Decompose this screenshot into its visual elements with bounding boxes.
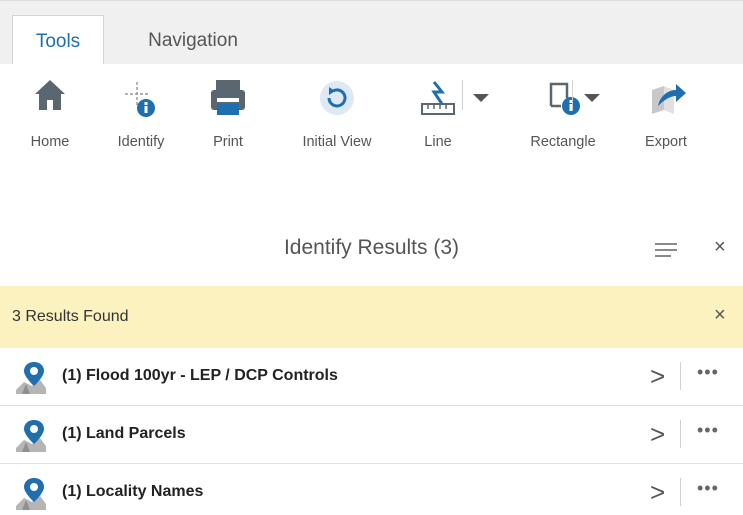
more-options-icon[interactable]: •••: [697, 478, 719, 499]
map-pin-icon: [14, 360, 48, 396]
initial-view-button[interactable]: Initial View: [290, 76, 384, 150]
export-label: Export: [645, 134, 687, 150]
export-button[interactable]: Export: [636, 76, 696, 150]
map-pin-icon: [14, 476, 48, 512]
close-banner-icon[interactable]: ×: [714, 304, 726, 327]
home-button[interactable]: Home: [22, 76, 78, 150]
chevron-right-icon[interactable]: >: [650, 363, 665, 389]
line-measure-button[interactable]: Line: [408, 76, 468, 150]
result-row[interactable]: (1) Land Parcels > •••: [0, 406, 743, 464]
identify-button[interactable]: Identify: [106, 76, 176, 150]
initial-view-icon: [290, 76, 384, 120]
print-button[interactable]: Print: [206, 76, 250, 150]
row-divider: [680, 420, 681, 448]
result-label: (1) Locality Names: [62, 483, 204, 500]
result-row[interactable]: (1) Flood 100yr - LEP / DCP Controls > •…: [0, 348, 743, 406]
chevron-right-icon[interactable]: >: [650, 421, 665, 447]
initial-view-label: Initial View: [302, 134, 372, 150]
results-found-text: 3 Results Found: [12, 308, 129, 325]
home-label: Home: [30, 134, 70, 150]
row-divider: [680, 362, 681, 390]
line-dropdown-caret-icon[interactable]: [473, 94, 489, 102]
rectangle-measure-button[interactable]: Rectangle: [520, 76, 606, 150]
map-pin-icon: [14, 418, 48, 454]
toolbar: Home Identify Print Initial View Line Re…: [0, 64, 743, 204]
list-menu-icon[interactable]: [655, 243, 677, 261]
more-options-icon[interactable]: •••: [697, 420, 719, 441]
identify-label: Identify: [117, 134, 165, 150]
close-results-icon[interactable]: ×: [714, 236, 726, 259]
identify-icon: [106, 76, 176, 120]
ruler-line-icon: [408, 76, 468, 120]
result-label: (1) Land Parcels: [62, 425, 186, 442]
tab-tools[interactable]: Tools: [12, 15, 104, 65]
rectangle-divider: [572, 80, 573, 110]
line-divider: [462, 80, 463, 110]
print-icon: [206, 76, 250, 120]
more-options-icon[interactable]: •••: [697, 362, 719, 383]
results-header: Identify Results (3) ×: [0, 222, 743, 280]
chevron-right-icon[interactable]: >: [650, 479, 665, 505]
home-icon: [22, 76, 78, 120]
row-divider: [680, 478, 681, 506]
print-label: Print: [213, 134, 243, 150]
results-title: Identify Results (3): [283, 236, 460, 259]
result-row[interactable]: (1) Locality Names > •••: [0, 464, 743, 515]
rectangle-label: Rectangle: [530, 134, 596, 150]
tab-navigation[interactable]: Navigation: [118, 15, 268, 65]
rectangle-dropdown-caret-icon[interactable]: [584, 94, 600, 102]
tab-bar: Tools Navigation: [0, 0, 743, 65]
result-label: (1) Flood 100yr - LEP / DCP Controls: [62, 367, 338, 384]
export-icon: [636, 76, 696, 120]
line-label: Line: [424, 134, 452, 150]
results-found-banner: 3 Results Found ×: [0, 286, 743, 348]
